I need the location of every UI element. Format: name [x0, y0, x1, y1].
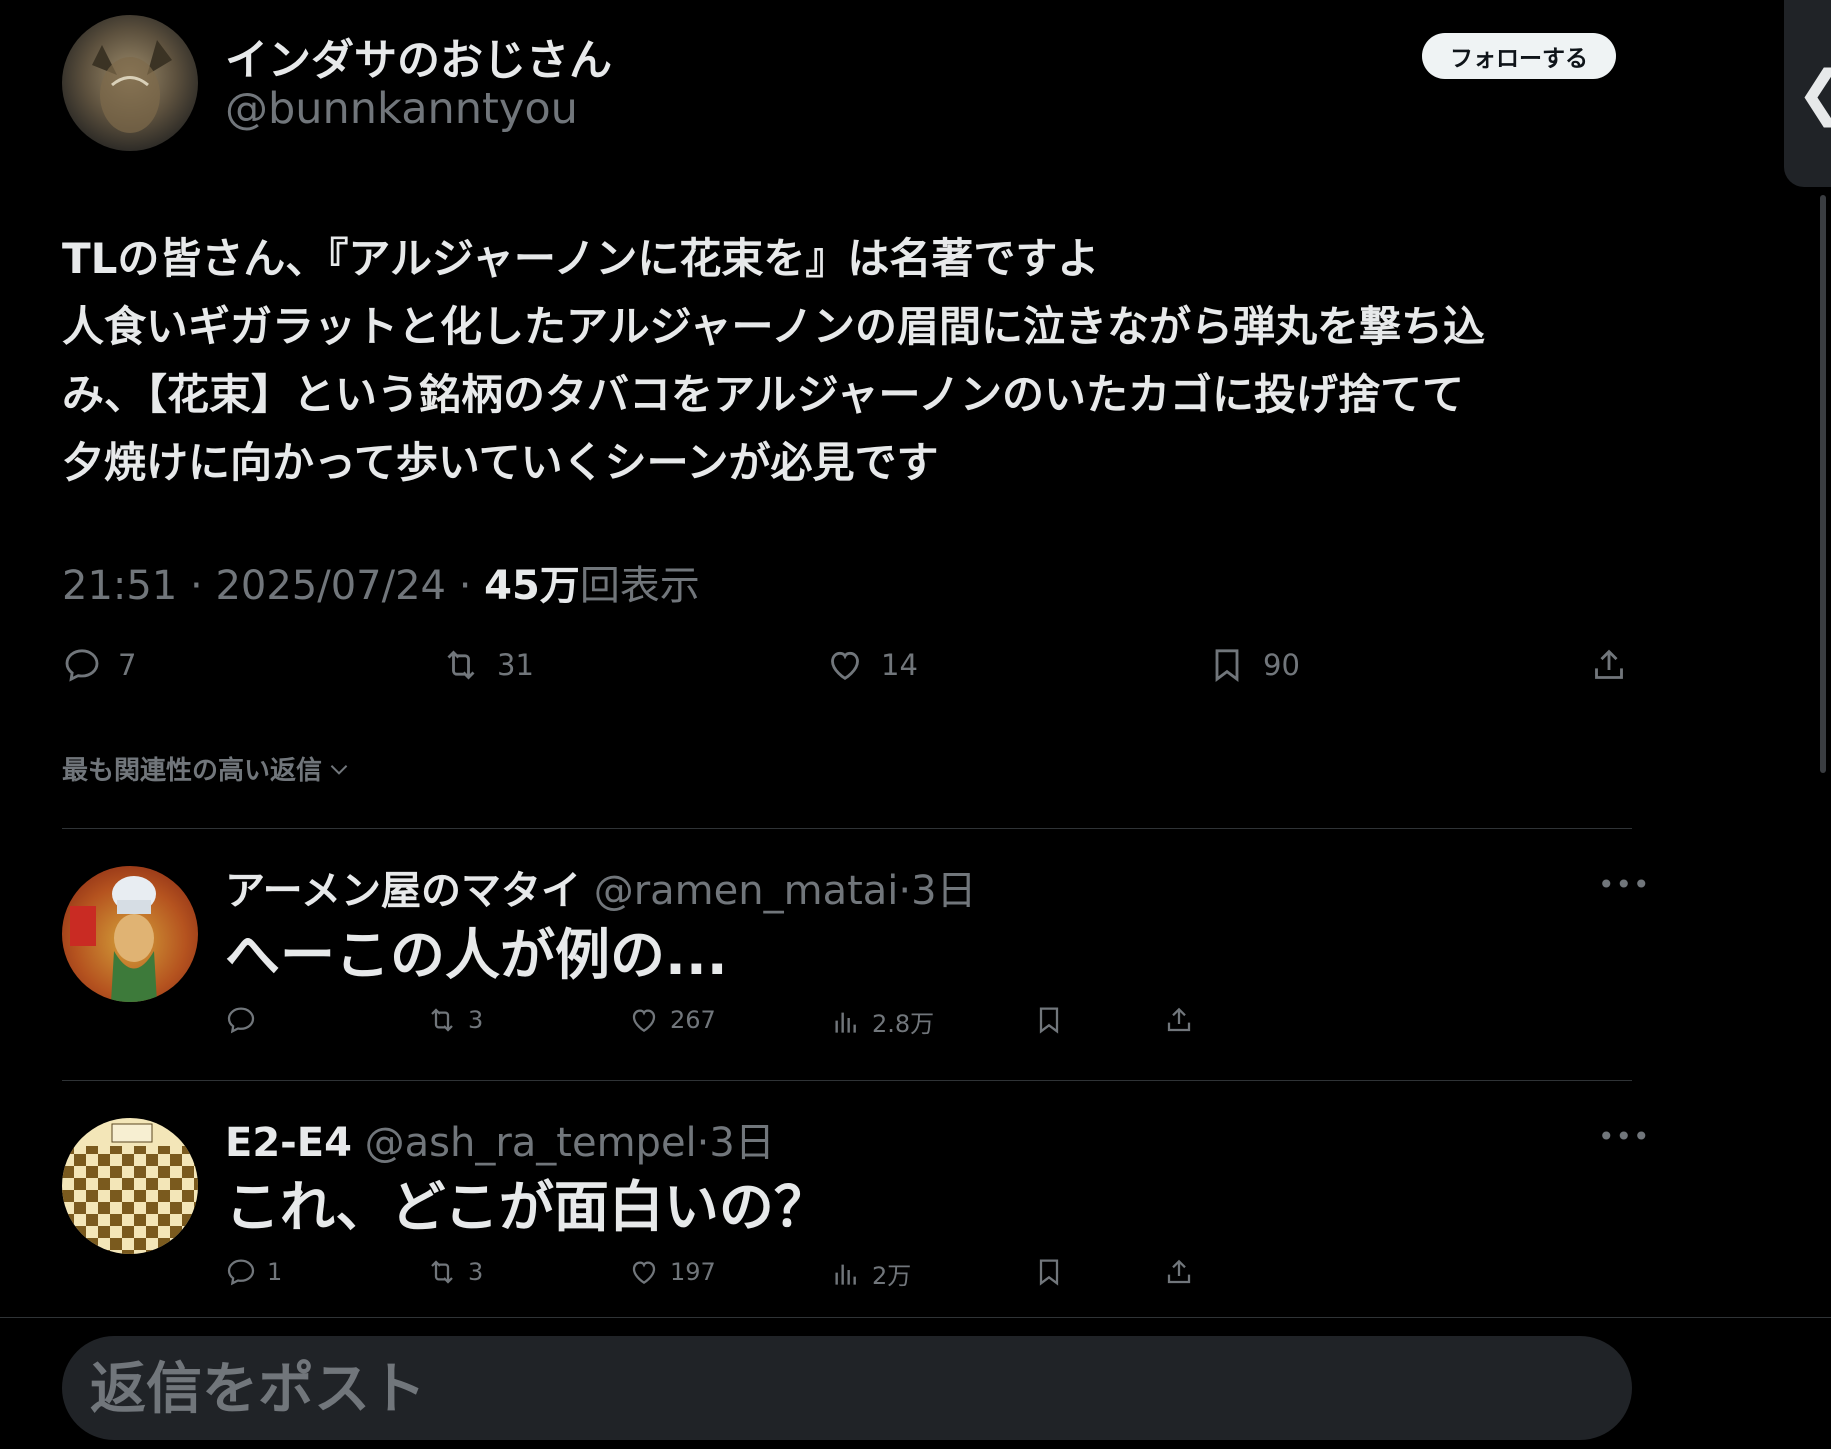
reply-avatar-image	[62, 1123, 198, 1254]
more-options-icon[interactable]: •••	[1598, 1120, 1651, 1153]
reply-like-action[interactable]: 267	[628, 1004, 716, 1036]
bookmark-icon	[1215, 649, 1239, 682]
chevron-down-icon	[330, 764, 348, 775]
reply-repost-action[interactable]: 3	[426, 1004, 483, 1036]
views-chart-icon	[835, 1012, 856, 1033]
side-panel-toggle[interactable]: ❮	[1784, 0, 1831, 187]
views-count: 2万	[872, 1262, 912, 1290]
reply-share-action[interactable]	[1163, 1256, 1195, 1288]
separator: ·	[696, 1120, 710, 1166]
reply-reply-action[interactable]: 1	[225, 1256, 282, 1288]
repost-action[interactable]: 31	[441, 645, 534, 685]
bookmark-action[interactable]: 90	[1207, 645, 1300, 685]
tweet-text-line: TLの皆さん、『アルジャーノンに花束を』は名著ですよ	[62, 234, 1100, 283]
reply-repost-action[interactable]: 3	[426, 1256, 483, 1288]
reply-age[interactable]: 3日	[709, 1120, 774, 1166]
composer-divider	[0, 1317, 1831, 1318]
reply-share-action[interactable]	[1163, 1004, 1195, 1036]
bookmark-icon	[1039, 1007, 1059, 1034]
separator: ·	[458, 563, 485, 609]
like-count: 14	[881, 648, 918, 682]
tweet-date[interactable]: 2025/07/24	[215, 563, 446, 609]
reply-like-action[interactable]: 197	[628, 1256, 716, 1288]
heart-icon	[831, 651, 859, 680]
chevron-left-icon: ❮	[1796, 58, 1831, 128]
reply-icon	[227, 1007, 255, 1034]
like-count: 267	[670, 1006, 716, 1034]
reply-header: アーメン屋のマタイ @ramen_matai·3日	[225, 858, 977, 916]
author-avatar-image	[92, 40, 172, 133]
reply-avatar-image	[70, 876, 157, 1002]
reply-text: これ、どこが面白いの？	[225, 1175, 829, 1239]
reply-author-handle[interactable]: @ash_ra_tempel	[365, 1120, 697, 1166]
reply-count: 7	[118, 648, 137, 682]
tweet-text-line: 人食いギガラットと化したアルジャーノンの眉間に泣きながら弾丸を撃ち込	[62, 302, 1485, 351]
separator: ·	[190, 563, 216, 609]
author-handle[interactable]: @bunnkanntyou	[225, 84, 578, 134]
reply-avatar[interactable]	[62, 866, 198, 1002]
views-count: 2.8万	[872, 1010, 935, 1038]
tweet-meta: 21:51 · 2025/07/24 · 45万回表示	[62, 553, 700, 611]
reply-author-name[interactable]: アーメン屋のマタイ	[225, 868, 581, 914]
like-count: 197	[670, 1258, 716, 1286]
repost-icon	[431, 1260, 453, 1284]
reply-author-name[interactable]: E2-E4	[225, 1120, 352, 1166]
repost-count: 31	[497, 648, 534, 682]
author-name[interactable]: インダサのおじさん	[225, 26, 612, 88]
share-action[interactable]	[1589, 645, 1629, 685]
scrollbar[interactable]	[1820, 195, 1826, 773]
author-avatar[interactable]	[62, 15, 198, 151]
heart-icon	[632, 1009, 656, 1032]
reply-reply-action[interactable]	[225, 1004, 267, 1036]
repost-icon	[447, 650, 475, 680]
separator: ·	[898, 868, 912, 914]
views-count: 45万	[484, 563, 580, 609]
sort-label: 最も関連性の高い返信	[62, 756, 323, 786]
reply-text: へーこの人が例の...	[225, 923, 728, 987]
reply-age[interactable]: 3日	[911, 868, 976, 914]
bookmark-icon	[1039, 1259, 1059, 1286]
reply-count: 1	[267, 1258, 283, 1286]
tweet-time[interactable]: 21:51	[62, 563, 177, 609]
follow-button[interactable]: フォローする	[1422, 33, 1616, 79]
divider	[62, 1080, 1632, 1081]
divider	[62, 828, 1632, 829]
reply-composer[interactable]	[62, 1336, 1632, 1442]
tweet-text-line: み、【花束】という銘柄のタバコをアルジャーノンのいたカゴに投げ捨てて	[62, 370, 1464, 419]
share-icon	[1167, 1007, 1191, 1032]
repost-icon	[431, 1008, 453, 1032]
reply-header: E2-E4 @ash_ra_tempel·3日	[225, 1110, 775, 1168]
reply-views-action[interactable]: 2.8万	[830, 1004, 934, 1039]
share-icon	[1595, 649, 1623, 679]
share-icon	[1167, 1259, 1191, 1284]
more-options-icon[interactable]: •••	[1598, 868, 1651, 901]
bookmark-count: 90	[1263, 648, 1300, 682]
repost-count: 3	[468, 1258, 484, 1286]
reply-action[interactable]: 7	[62, 645, 136, 685]
reply-icon	[65, 649, 99, 682]
reply-input[interactable]	[88, 1336, 1592, 1442]
reply-bookmark-action[interactable]	[1033, 1004, 1065, 1036]
tweet-text: TLの皆さん、『アルジャーノンに花束を』は名著ですよ 人食いギガラットと化したア…	[62, 225, 1642, 497]
repost-count: 3	[468, 1006, 484, 1034]
views-label: 回表示	[579, 563, 700, 609]
reply-views-action[interactable]: 2万	[830, 1256, 911, 1291]
views-chart-icon	[835, 1264, 856, 1285]
reply-author-handle[interactable]: @ramen_matai	[594, 868, 899, 914]
tweet-text-line: 夕焼けに向かって歩いていくシーンが必見です	[62, 438, 939, 487]
reply-sort-selector[interactable]: 最も関連性の高い返信	[62, 750, 352, 787]
heart-icon	[632, 1261, 656, 1284]
reply-bookmark-action[interactable]	[1033, 1256, 1065, 1288]
reply-icon	[227, 1259, 255, 1286]
like-action[interactable]: 14	[825, 645, 918, 685]
reply-avatar[interactable]	[62, 1118, 198, 1254]
